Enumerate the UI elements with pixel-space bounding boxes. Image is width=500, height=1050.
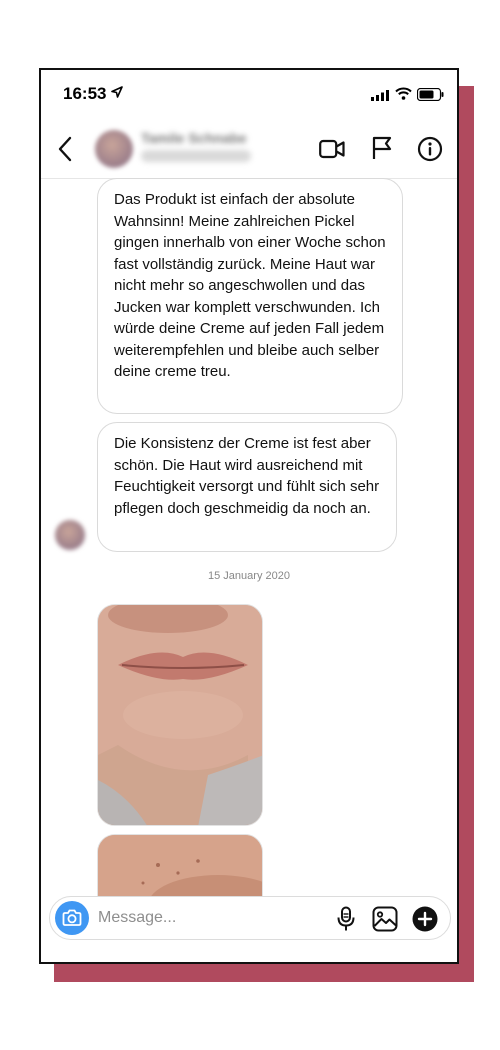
message-composer <box>49 896 451 940</box>
face-photo-image <box>98 605 262 825</box>
message-bubble[interactable]: Die Konsistenz der Creme ist fest aber s… <box>97 422 397 552</box>
cellular-signal-icon <box>371 90 389 101</box>
plus-circle-icon[interactable] <box>412 906 438 932</box>
video-camera-icon[interactable] <box>319 138 345 160</box>
conversation-header: Tamile Schnabe <box>41 122 457 179</box>
contact-status-blurred <box>141 150 251 162</box>
photo-message[interactable] <box>97 604 263 826</box>
back-chevron-icon[interactable] <box>57 136 73 162</box>
info-icon[interactable] <box>417 136 443 162</box>
sender-avatar[interactable] <box>55 520 85 550</box>
microphone-icon[interactable] <box>336 906 356 932</box>
flag-icon[interactable] <box>371 136 393 160</box>
image-icon[interactable] <box>372 906 398 932</box>
message-bubble[interactable]: Das Produkt ist einfach der absolute Wah… <box>97 178 403 414</box>
camera-button[interactable] <box>55 901 89 935</box>
message-input[interactable] <box>98 908 318 928</box>
contact-avatar[interactable] <box>95 130 133 168</box>
status-bar: 16:53 <box>41 70 457 118</box>
status-time: 16:53 <box>63 84 107 103</box>
location-arrow-icon <box>111 86 123 98</box>
contact-name[interactable]: Tamile Schnabe <box>141 130 247 146</box>
battery-icon <box>417 88 444 101</box>
wifi-icon <box>395 87 412 100</box>
date-separator: 15 January 2020 <box>208 570 290 582</box>
camera-icon <box>62 909 82 926</box>
phone-screen: 16:53 Tamile Schnabe Das Produkt ist ein… <box>39 68 459 964</box>
